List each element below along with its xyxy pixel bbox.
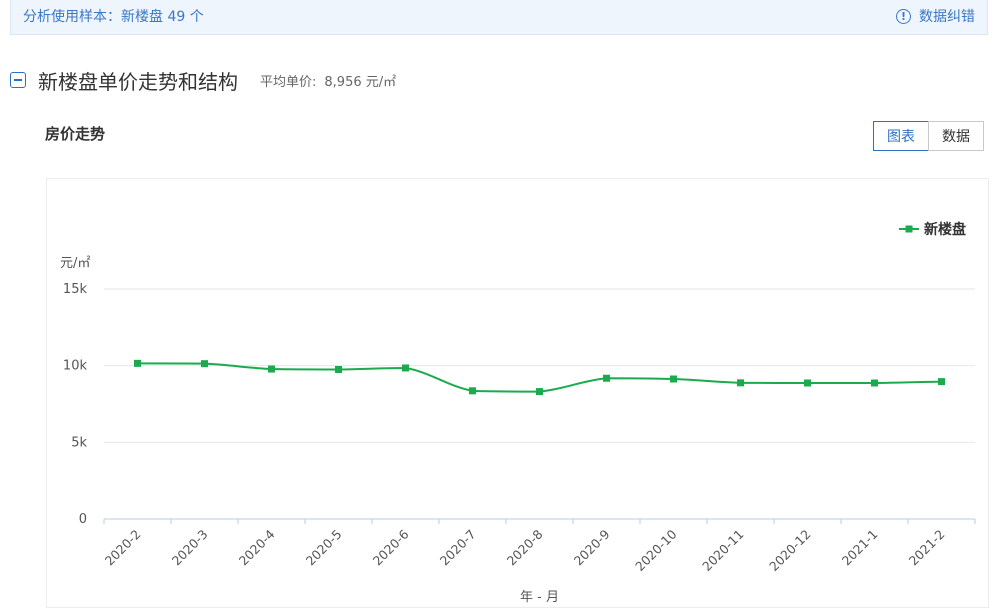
data-correction-label: 数据纠错	[919, 9, 975, 25]
data-point	[938, 378, 945, 386]
y-tick-label: 10k	[63, 359, 88, 374]
data-point	[134, 359, 141, 367]
y-tick-label: 5k	[71, 435, 87, 450]
legend-square-marker	[905, 225, 913, 233]
data-point	[268, 365, 275, 373]
x-tick-label: 2020-5	[303, 527, 345, 569]
data-point	[335, 366, 342, 373]
x-tick-label: 2020-12	[766, 527, 814, 575]
chart-container: 元/㎡ 0 5k 10k 15k 2020-2 2020-3 2020-4 2020-5 20…	[46, 178, 989, 608]
y-tick-label: 0	[79, 512, 87, 527]
x-tick-label: 2020-9	[571, 526, 613, 568]
y-axis-label: 元/㎡	[60, 256, 90, 271]
avg-price-label: 平均单价:	[260, 74, 317, 90]
section-header: 新楼盘单价走势和结构 平均单价: 8,956 元/㎡	[10, 62, 396, 98]
avg-price-value: 8,956 元/㎡	[324, 74, 397, 90]
data-point	[201, 360, 208, 368]
data-point	[469, 387, 476, 395]
data-point	[603, 374, 610, 382]
x-tick-label: 2020-2	[102, 527, 144, 569]
sample-notice-bar: 分析使用样本：新楼盘 49 个 ! 数据纠错	[10, 0, 988, 35]
info-circle-icon: !	[896, 8, 911, 24]
y-tick-labels: 0 5k 10k 15k	[63, 282, 88, 527]
axes	[103, 518, 976, 524]
x-tick-label: 2020-6	[370, 526, 412, 568]
x-tick-label: 2021-1	[839, 527, 881, 569]
data-point	[804, 379, 811, 387]
section-title: 新楼盘单价走势和结构	[38, 69, 238, 94]
chart-legend[interactable]: 新楼盘	[899, 221, 966, 238]
y-tick-label: 15k	[63, 282, 88, 297]
view-toggle: 图表 数据	[873, 121, 984, 151]
sample-count-text: 分析使用样本：新楼盘 49 个	[23, 9, 204, 25]
price-trend-chart: 元/㎡ 05k10k15k 2020-2 2020-3 2020-4 2020-5 20…	[60, 221, 976, 605]
data-correction-button[interactable]: ! 数据纠错	[896, 5, 975, 27]
data-point	[402, 364, 409, 372]
series-line-xinloupan	[137, 362, 942, 393]
x-tick-label: 2020-11	[699, 527, 747, 575]
x-tick-labels: 2020-2 2020-3 2020-4 2020-5 2020-6 2020-7 2020…	[102, 526, 948, 574]
x-tick-label: 2020-10	[632, 526, 680, 574]
x-tick-label: 2020-3	[169, 527, 211, 569]
minus-square-icon[interactable]	[10, 72, 26, 88]
data-point	[536, 388, 543, 396]
data-point	[737, 379, 744, 387]
legend-label: 新楼盘	[924, 221, 966, 238]
tab-data[interactable]: 数据	[928, 121, 984, 151]
tab-chart[interactable]: 图表	[873, 121, 929, 151]
x-tick-label: 2021-2	[906, 527, 948, 569]
x-tick-label: 2020-4	[236, 526, 278, 568]
x-tick-label: 2020-7	[437, 527, 479, 569]
x-tick-label: 2020-8	[504, 526, 546, 568]
data-point	[670, 375, 677, 383]
data-point	[871, 379, 878, 387]
series-points	[134, 359, 945, 396]
price-trend-title: 房价走势	[45, 125, 106, 143]
